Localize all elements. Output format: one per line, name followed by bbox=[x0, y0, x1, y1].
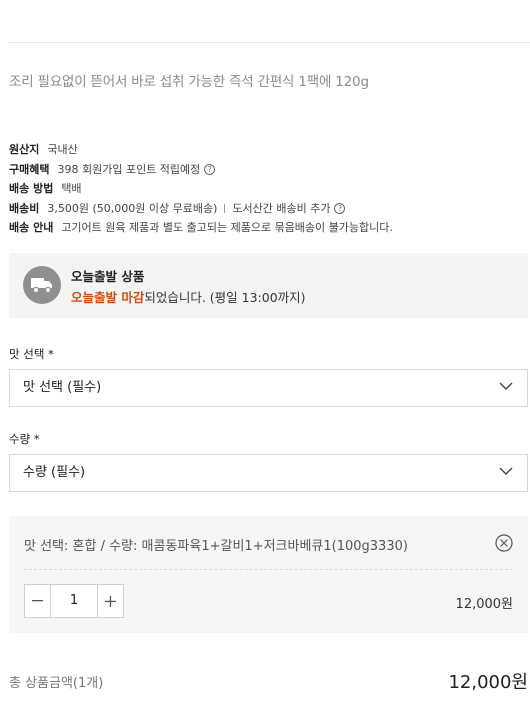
info-label: 원산지 bbox=[9, 143, 40, 156]
close-circle-icon[interactable] bbox=[495, 534, 513, 552]
quantity-select[interactable]: 수량 (필수) bbox=[9, 454, 528, 492]
info-value: 택배 bbox=[61, 182, 82, 195]
info-method: 배송 방법 택배 bbox=[9, 179, 393, 199]
today-status: 오늘출발 마감되었습니다. (평일 13:00까지) bbox=[71, 287, 306, 306]
product-description: 조리 필요없이 뜯어서 바로 섭취 가능한 즉석 간편식 1팩에 120g bbox=[9, 74, 369, 90]
info-value: 국내산 bbox=[47, 143, 78, 156]
today-title: 오늘출발 상품 bbox=[71, 269, 145, 284]
info-benefit: 구매혜택 398 회원가입 포인트 적립예정 ? bbox=[9, 160, 393, 180]
deadline-text: 되었습니다. (평일 13:00까지) bbox=[144, 290, 306, 305]
help-icon[interactable]: ? bbox=[334, 202, 346, 214]
total-label: 총 상품금액(1개) bbox=[9, 676, 104, 691]
info-label: 배송 안내 bbox=[9, 221, 54, 234]
help-icon[interactable]: ? bbox=[204, 163, 216, 175]
info-label: 배송 방법 bbox=[9, 182, 54, 195]
plus-icon[interactable] bbox=[97, 585, 123, 617]
info-extra: 도서산간 배송비 추가 bbox=[232, 201, 331, 215]
selected-option-box: 맛 선택: 혼합 / 수량: 매콤동파육1+갈비1+저크바베큐1(100g333… bbox=[9, 516, 528, 633]
total-price: 12,000원 bbox=[448, 672, 528, 693]
info-value: 3,500원 (50,000원 이상 무료배송) bbox=[47, 201, 218, 215]
option-price: 12,000원 bbox=[455, 597, 513, 612]
minus-icon[interactable] bbox=[25, 585, 51, 617]
product-info-list: 원산지 국내산 구매혜택 398 회원가입 포인트 적립예정 ? 배송 방법 택… bbox=[9, 140, 393, 238]
flavor-select-value: 맛 선택 (필수) bbox=[23, 380, 102, 395]
flavor-select[interactable]: 맛 선택 (필수) bbox=[9, 369, 528, 407]
quantity-stepper bbox=[24, 584, 124, 618]
divider bbox=[224, 203, 226, 213]
quantity-input[interactable] bbox=[51, 585, 97, 617]
info-notice: 배송 안내 고기어트 원육 제품과 별도 출고되는 제품으로 묶음배송이 불가능… bbox=[9, 218, 393, 238]
info-value: 고기어트 원육 제품과 별도 출고되는 제품으로 묶음배송이 불가능합니다. bbox=[61, 221, 393, 234]
top-divider bbox=[9, 42, 530, 43]
truck-icon bbox=[23, 266, 61, 304]
info-label: 배송비 bbox=[9, 201, 40, 215]
flavor-label: 맛 선택 * bbox=[9, 347, 54, 361]
deadline-highlight: 오늘출발 마감 bbox=[71, 290, 145, 305]
info-label: 구매혜택 bbox=[9, 162, 50, 176]
info-origin: 원산지 국내산 bbox=[9, 140, 393, 160]
quantity-label: 수량 * bbox=[9, 432, 40, 446]
today-shipping-box: 오늘출발 상품 오늘출발 마감되었습니다. (평일 13:00까지) bbox=[9, 253, 528, 318]
divider bbox=[24, 569, 513, 570]
chevron-down-icon bbox=[499, 382, 513, 390]
info-value: 398 회원가입 포인트 적립예정 bbox=[57, 162, 201, 176]
selected-option-text: 맛 선택: 혼합 / 수량: 매콤동파육1+갈비1+저크바베큐1(100g333… bbox=[24, 539, 408, 554]
chevron-down-icon bbox=[499, 467, 513, 475]
quantity-select-value: 수량 (필수) bbox=[23, 465, 86, 480]
info-fee: 배송비 3,500원 (50,000원 이상 무료배송) 도서산간 배송비 추가… bbox=[9, 199, 393, 219]
